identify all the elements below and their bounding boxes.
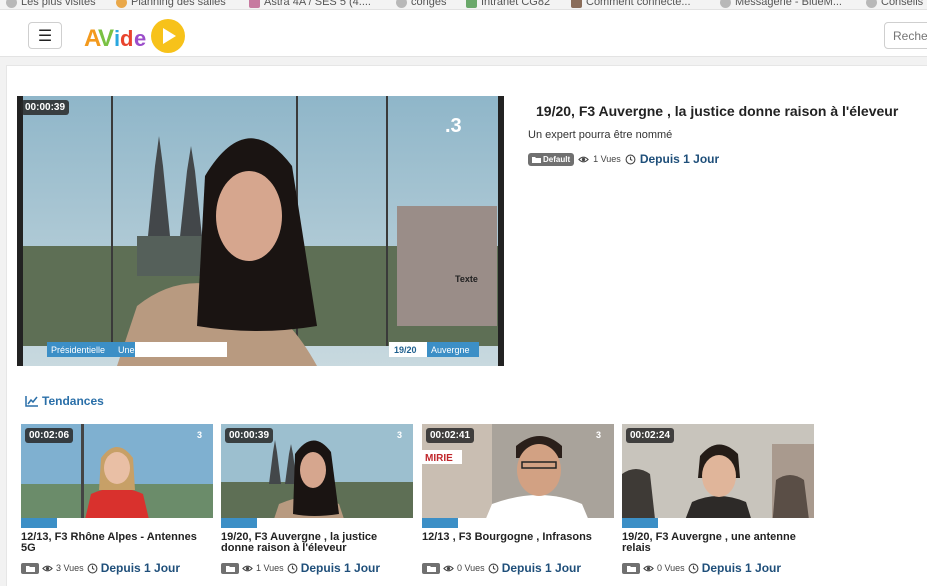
svg-text:3: 3 — [596, 430, 601, 440]
bookmark-item[interactable]: Intranet CG82 — [466, 0, 550, 8]
bookmark-item[interactable]: Planning des salles — [116, 0, 226, 8]
bookmark-item[interactable]: congés — [396, 0, 446, 8]
clock-icon — [488, 563, 499, 573]
hamburger-icon: ☰ — [37, 27, 53, 45]
video-thumbnail[interactable]: MIRIE 3 00:02:41 — [422, 424, 614, 528]
logo-text-v: V — [98, 25, 114, 52]
side-text: Texte — [455, 274, 478, 284]
bookmark-item[interactable]: Messagerie - BlueM... — [720, 0, 842, 8]
bookmark-icon — [116, 0, 127, 8]
video-card[interactable]: MIRIE 3 00:02:41 12/13 , F3 Bourgogne , … — [422, 424, 614, 575]
svg-text:MIRIE: MIRIE — [425, 453, 453, 464]
video-meta: 0 Vues Depuis 1 Jour — [622, 561, 814, 575]
bookmark-icon — [571, 0, 582, 8]
clock-icon — [287, 563, 298, 573]
folder-icon — [426, 565, 436, 572]
logo-text-d: d — [120, 26, 133, 51]
clock-icon — [625, 154, 636, 164]
video-card[interactable]: 3 00:02:06 12/13, F3 Rhône Alpes - Anten… — [21, 424, 213, 575]
channel-logo: .3 — [445, 115, 462, 137]
view-count: 0 Vues — [657, 563, 685, 573]
eye-icon — [643, 565, 654, 571]
globe-icon — [396, 0, 407, 8]
svg-text:3: 3 — [397, 430, 402, 440]
bookmark-icon — [249, 0, 260, 8]
avideo-logo[interactable]: A V i d e — [84, 17, 188, 55]
chart-line-icon — [25, 395, 38, 407]
video-title[interactable]: 19/20, F3 Auvergne , la justice donne ra… — [221, 532, 413, 556]
globe-icon — [720, 0, 731, 8]
video-meta: 0 Vues Depuis 1 Jour — [422, 561, 614, 575]
category-badge[interactable] — [221, 562, 239, 574]
lower-third-mid: Une signature SVP ! — [118, 345, 199, 355]
video-title[interactable]: 12/13 , F3 Bourgogne , Infrasons — [422, 532, 614, 556]
publish-time: Depuis 1 Jour — [701, 561, 782, 575]
site-header: ☰ A V i d e — [0, 10, 927, 57]
video-title[interactable]: 12/13, F3 Rhône Alpes - Antennes 5G — [21, 532, 213, 556]
publish-time: Depuis 1 Jour — [100, 561, 181, 575]
folder-icon — [225, 565, 235, 572]
view-count: 0 Vues — [457, 563, 485, 573]
featured-video-thumbnail[interactable]: Présidentielle Une signature SVP ! 19/20… — [17, 96, 504, 366]
video-duration: 00:00:39 — [21, 100, 70, 115]
featured-title[interactable]: 19/20, F3 Auvergne , la justice donne ra… — [536, 103, 898, 119]
eye-icon — [42, 565, 53, 571]
bookmark-item[interactable]: Conseils — [866, 0, 923, 8]
video-thumbnail[interactable]: 00:02:24 — [622, 424, 814, 528]
video-meta: 1 Vues Depuis 1 Jour — [221, 561, 413, 575]
video-title[interactable]: 19/20, F3 Auvergne , une antenne relais — [622, 532, 814, 556]
video-thumbnail[interactable]: 3 00:02:06 — [21, 424, 213, 528]
svg-text:3: 3 — [197, 430, 202, 440]
eye-icon — [578, 156, 589, 162]
lower-third-right1: 19/20 — [394, 345, 417, 355]
video-meta: 3 Vues Depuis 1 Jour — [21, 561, 213, 575]
category-badge[interactable] — [422, 562, 440, 574]
gear-icon — [6, 0, 17, 8]
clock-icon — [87, 563, 98, 573]
bookmark-item[interactable]: Les plus visités — [6, 0, 96, 8]
bookmark-icon — [466, 0, 477, 8]
folder-icon — [532, 156, 541, 163]
category-badge[interactable] — [21, 562, 39, 574]
featured-meta: Default 1 Vues Depuis 1 Jour — [528, 152, 719, 166]
video-thumbnail[interactable]: 3 00:00:39 — [221, 424, 413, 528]
logo-text-e: e — [134, 26, 146, 51]
featured-thumbnail-image: Présidentielle Une signature SVP ! 19/20… — [17, 96, 504, 366]
publish-time: Depuis 1 Jour — [639, 152, 720, 166]
clock-icon — [688, 563, 699, 573]
video-card[interactable]: 00:02:24 19/20, F3 Auvergne , une antenn… — [622, 424, 814, 575]
bookmark-item[interactable]: Comment connecté... — [571, 0, 691, 8]
video-card[interactable]: 3 00:00:39 19/20, F3 Auvergne , la justi… — [221, 424, 413, 575]
lower-third-left: Présidentielle — [51, 345, 105, 355]
category-badge[interactable] — [622, 562, 640, 574]
publish-time: Depuis 1 Jour — [501, 561, 582, 575]
publish-time: Depuis 1 Jour — [300, 561, 381, 575]
video-duration: 00:02:41 — [426, 428, 475, 443]
search-input[interactable] — [884, 22, 927, 49]
featured-subtitle: Un expert pourra être nommé — [528, 129, 673, 141]
trends-heading[interactable]: Tendances — [25, 394, 104, 408]
view-count: 3 Vues — [56, 563, 84, 573]
eye-icon — [443, 565, 454, 571]
lower-third-right2: Auvergne — [431, 345, 470, 355]
bookmark-icon — [866, 0, 877, 8]
view-count: 1 Vues — [256, 563, 284, 573]
video-duration: 00:00:39 — [225, 428, 274, 443]
folder-icon — [25, 565, 35, 572]
eye-icon — [242, 565, 253, 571]
bookmarks-bar: Les plus visités Planning des salles Ast… — [0, 0, 927, 10]
video-duration: 00:02:24 — [626, 428, 675, 443]
menu-button[interactable]: ☰ — [28, 22, 62, 49]
bookmark-item[interactable]: Astra 4A / SES 5 (4.... — [249, 0, 371, 8]
view-count: 1 Vues — [593, 154, 621, 164]
folder-icon — [626, 565, 636, 572]
category-badge[interactable]: Default — [528, 152, 575, 166]
video-duration: 00:02:06 — [25, 428, 74, 443]
